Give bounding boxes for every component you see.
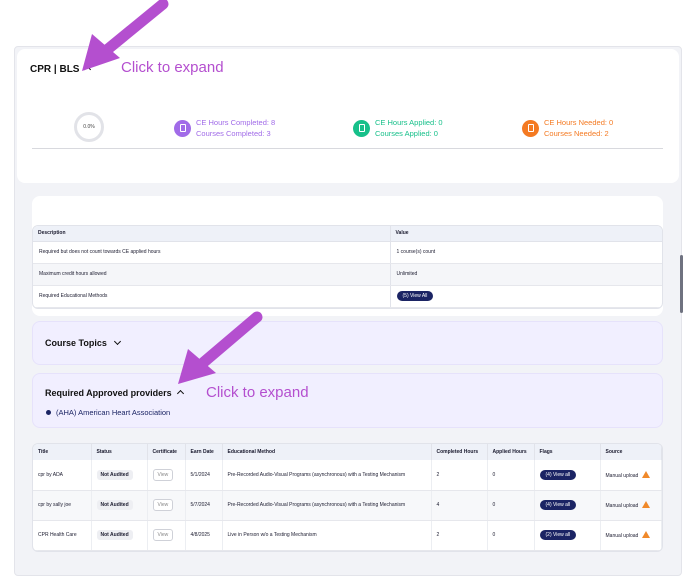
requirement-description: Required but does not count towards CE a…: [33, 241, 391, 264]
section-title: CPR | BLS: [30, 64, 80, 75]
column-header-method: Educational Method: [222, 444, 432, 460]
requirement-description: Maximum credit hours allowed: [33, 263, 391, 286]
warning-icon[interactable]: [642, 501, 651, 508]
course-topics-header[interactable]: Course Topics: [45, 337, 121, 348]
view-certificate-button[interactable]: View: [152, 499, 174, 511]
applied-hours: 0: [487, 520, 535, 551]
stat-line-2: Courses Completed: 3: [196, 129, 271, 138]
course-topics-panel[interactable]: [32, 321, 663, 365]
completed-hours: 4: [431, 490, 488, 521]
course-topics-title: Course Topics: [45, 338, 107, 348]
completed-hours: 2: [431, 460, 488, 491]
warning-icon[interactable]: [642, 531, 651, 538]
requirement-description: Required Educational Methods: [33, 285, 391, 308]
applied-hours: 0: [487, 490, 535, 521]
source-label: Manual upload: [605, 472, 639, 479]
earn-date: 4/8/2025: [185, 520, 223, 551]
providers-header[interactable]: Required Approved providers: [45, 388, 184, 398]
stat-needed: CE Hours Needed: 0 Courses Needed: 2: [522, 117, 613, 139]
column-header-applied-hours: Applied Hours: [487, 444, 535, 460]
table-row: CPR Health Care Not Audited View 4/8/202…: [33, 520, 662, 551]
chevron-down-icon[interactable]: [113, 337, 121, 346]
view-certificate-button[interactable]: View: [152, 468, 174, 481]
provider-name: (AHA) American Heart Association: [56, 408, 171, 417]
column-header-certificate: Certificate: [147, 444, 186, 460]
table-row: Required but does not count towards CE a…: [33, 241, 662, 264]
annotation-top: Click to expand: [121, 59, 224, 76]
source-label: Manual upload: [605, 503, 639, 509]
column-header-status: Status: [91, 444, 148, 460]
providers-title: Required Approved providers: [45, 388, 172, 398]
table-row: Maximum credit hours allowed Unlimited: [33, 263, 662, 286]
column-header-title: Title: [33, 444, 92, 460]
earn-date: 5/7/2024: [185, 490, 223, 521]
table-row: cpr by sally joe Not Audited View 5/7/20…: [33, 490, 662, 521]
stat-line-1: CE Hours Needed: 0: [544, 118, 614, 127]
courses-table: Title Status Certificate Earn Date Educa…: [32, 443, 663, 552]
source-label: Manual upload: [605, 533, 639, 539]
warning-icon[interactable]: [642, 470, 651, 478]
table-row: Required Educational Methods (5) View Al…: [33, 285, 662, 308]
column-header-value: Value: [390, 226, 662, 242]
requirement-value: Unlimited: [390, 263, 662, 286]
stat-completed: CE Hours Completed: 8 Courses Completed:…: [174, 117, 275, 139]
scrollbar[interactable]: [680, 255, 683, 313]
document-icon: [174, 119, 191, 137]
provider-item: (AHA) American Heart Association: [46, 408, 170, 417]
providers-panel: [32, 373, 663, 428]
view-all-methods-button[interactable]: (5) View All: [396, 291, 434, 301]
stat-line-2: Courses Needed: 2: [544, 129, 609, 138]
view-flags-button[interactable]: (4) View all: [539, 469, 577, 480]
column-header-description: Description: [33, 226, 391, 242]
view-flags-button[interactable]: (2) View all: [539, 530, 577, 540]
educational-method: Pre-Recorded Audio-Visual Programs (asyn…: [222, 490, 432, 521]
document-icon: [353, 119, 370, 137]
bullet-icon: [46, 410, 51, 415]
earn-date: 5/1/2024: [185, 460, 223, 491]
section-header-cpr-bls[interactable]: CPR | BLS: [30, 64, 92, 75]
status-badge: Not Audited: [96, 469, 133, 480]
annotation-providers: Click to expand: [206, 384, 309, 401]
stat-applied: CE Hours Applied: 0 Courses Applied: 0: [353, 117, 443, 139]
view-certificate-button[interactable]: View: [152, 529, 174, 541]
course-title: cpr by ADA: [33, 460, 92, 491]
stat-line-2: Courses Applied: 0: [375, 129, 438, 138]
divider: [32, 148, 663, 149]
applied-hours: 0: [487, 460, 535, 491]
progress-label: 0.0%: [83, 124, 95, 130]
requirements-table: Description Value Required but does not …: [32, 225, 663, 309]
educational-method: Live in Person w/o a Testing Mechanism: [222, 520, 432, 551]
educational-method: Pre-Recorded Audio-Visual Programs (asyn…: [222, 460, 432, 491]
column-header-earn-date: Earn Date: [185, 444, 223, 460]
document-icon: [522, 119, 539, 137]
summary-card: [17, 49, 679, 183]
column-header-flags: Flags: [534, 444, 601, 460]
column-header-completed-hours: Completed Hours: [431, 444, 488, 460]
status-badge: Not Audited: [96, 500, 133, 510]
chevron-up-icon[interactable]: [84, 65, 92, 74]
table-row: cpr by ADA Not Audited View 5/1/2024 Pre…: [33, 460, 662, 491]
completed-hours: 2: [431, 520, 488, 551]
course-title: CPR Health Care: [33, 520, 92, 551]
requirement-value: 1 course(s) count: [390, 241, 662, 264]
stat-line-1: CE Hours Applied: 0: [375, 118, 443, 127]
progress-ring: 0.0%: [74, 112, 104, 142]
column-header-source: Source: [600, 444, 662, 460]
stat-line-1: CE Hours Completed: 8: [196, 118, 276, 127]
view-flags-button[interactable]: (4) View all: [539, 500, 577, 510]
status-badge: Not Audited: [96, 530, 133, 540]
course-title: cpr by sally joe: [33, 490, 92, 521]
chevron-up-icon[interactable]: [176, 389, 184, 398]
